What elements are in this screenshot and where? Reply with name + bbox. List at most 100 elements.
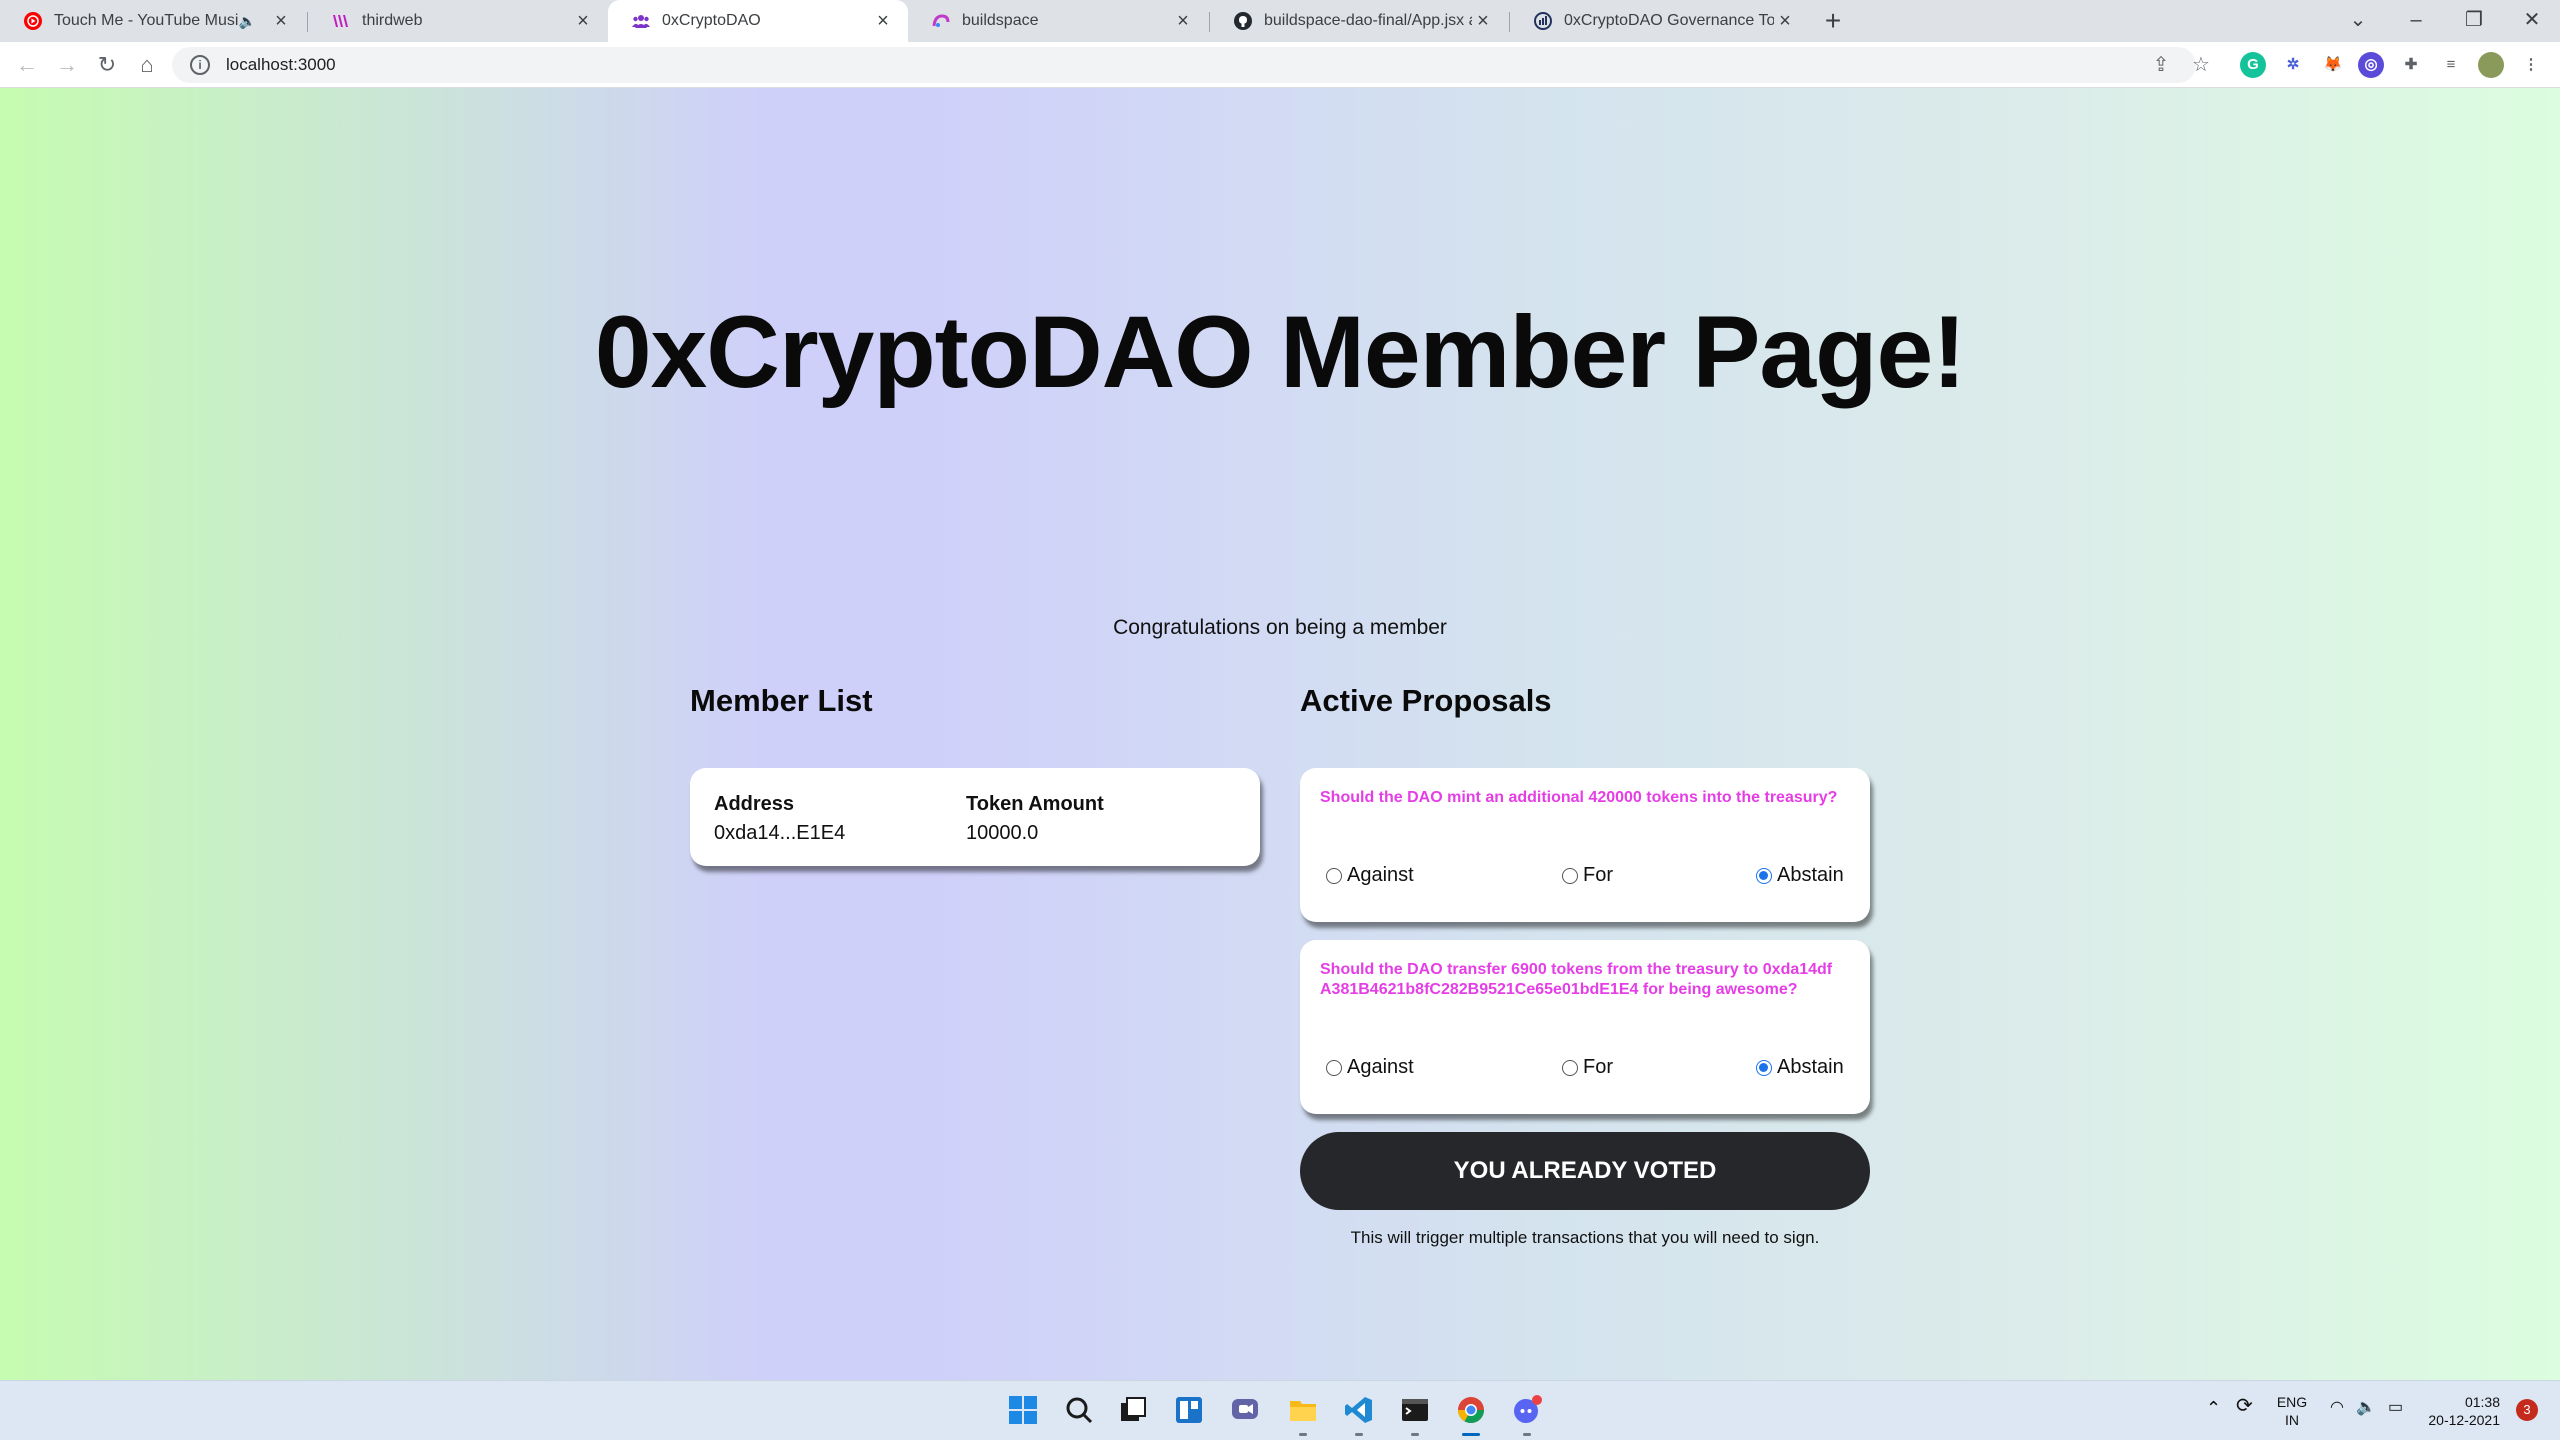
sync-icon[interactable]: ⟳ <box>2236 1396 2253 1416</box>
for-radio[interactable] <box>1562 1059 1578 1076</box>
close-window-icon[interactable]: ✕ <box>2504 0 2560 42</box>
profile-avatar[interactable] <box>2478 52 2504 78</box>
volume-icon[interactable]: 🔈 <box>2356 1399 2376 1417</box>
close-tab-icon[interactable]: × <box>872 10 894 33</box>
browser-toolbar: ← → ↻ ⌂ i localhost:3000 ⇪ ☆ G ✲ 🦊 ◎ ✚ ≡… <box>0 42 2560 88</box>
github-icon <box>1234 12 1252 30</box>
task-view-icon[interactable] <box>1116 1393 1150 1427</box>
back-arrow-icon[interactable]: ← <box>10 48 44 82</box>
member-list-heading: Member List <box>690 683 873 718</box>
abstain-label: Abstain <box>1777 864 1844 886</box>
circle-extension-icon[interactable]: ◎ <box>2358 52 2384 78</box>
member-token-amount: 10000.0 <box>966 822 1039 844</box>
teams-chat-icon[interactable] <box>1228 1393 1262 1427</box>
abstain-label: Abstain <box>1777 1056 1844 1078</box>
puzzle-extensions-icon[interactable]: ✚ <box>2398 52 2424 78</box>
against-radio[interactable] <box>1326 1059 1342 1076</box>
show-hidden-icons-chevron-icon[interactable]: ⌃ <box>2206 1399 2221 1417</box>
close-tab-icon[interactable]: × <box>1172 10 1194 33</box>
abstain-radio[interactable] <box>1756 1059 1772 1076</box>
proposal-question: Should the DAO transfer 6900 tokens from… <box>1320 961 1833 998</box>
tab-buildspace[interactable]: buildspace × <box>908 0 1208 42</box>
tab-title: 0xCryptoDAO <box>662 12 761 29</box>
against-label: Against <box>1347 864 1414 886</box>
new-tab-plus-icon[interactable]: + <box>1816 4 1850 38</box>
tab-thirdweb[interactable]: thirdweb × <box>308 0 608 42</box>
vote-abstain-option[interactable]: Abstain <box>1756 1056 1844 1079</box>
media-playlist-icon[interactable]: ≡ <box>2438 52 2464 78</box>
gear-extension-icon[interactable]: ✲ <box>2280 52 2306 78</box>
vote-for-option[interactable]: For <box>1562 1056 1613 1079</box>
token-amount-column: Token Amount 10000.0 <box>966 790 1104 848</box>
tab-title: buildspace-dao-final/App.jsx at d <box>1264 12 1472 29</box>
kebab-menu-icon[interactable]: ⋮ <box>2518 52 2544 78</box>
share-icon[interactable]: ⇪ <box>2146 50 2176 80</box>
home-icon[interactable]: ⌂ <box>130 48 164 82</box>
vote-against-option[interactable]: Against <box>1326 1056 1414 1079</box>
member-address: 0xda14...E1E4 <box>714 822 846 844</box>
thirdweb-icon <box>332 12 350 30</box>
search-icon[interactable] <box>1062 1393 1096 1427</box>
region-code: IN <box>2285 1412 2299 1428</box>
reload-icon[interactable]: ↻ <box>90 48 124 82</box>
close-tab-icon[interactable]: × <box>1774 10 1796 33</box>
battery-icon[interactable]: ▭ <box>2388 1399 2403 1417</box>
tab-title: Touch Me - YouTube Music <box>54 12 239 29</box>
language-code: ENG <box>2276 1394 2308 1410</box>
metamask-fox-icon[interactable]: 🦊 <box>2320 52 2346 78</box>
close-tab-icon[interactable]: × <box>270 10 292 33</box>
vote-options: Against For Abstain <box>1326 1056 1846 1080</box>
running-indicator <box>1355 1433 1363 1436</box>
restore-icon[interactable]: ❐ <box>2446 0 2502 42</box>
page-content: 0xCryptoDAO Member Page! Congratulations… <box>0 88 2560 1380</box>
widgets-icon[interactable] <box>1172 1393 1206 1427</box>
close-tab-icon[interactable]: × <box>572 10 594 33</box>
buildspace-icon <box>932 12 950 30</box>
tab-search-chevron-icon[interactable]: ⌄ <box>2330 0 2386 42</box>
speaker-icon[interactable]: 🔈 <box>239 13 256 30</box>
against-radio[interactable] <box>1326 867 1342 884</box>
tab-0xcryptodao[interactable]: 0xCryptoDAO × <box>608 0 908 42</box>
site-info-icon[interactable]: i <box>190 55 210 75</box>
address-bar[interactable]: i localhost:3000 <box>172 47 2196 83</box>
tab-youtube-music[interactable]: Touch Me - YouTube Music 🔈 × <box>0 0 306 42</box>
group-icon <box>632 12 650 30</box>
language-indicator[interactable]: ENG IN <box>2276 1393 2308 1429</box>
tab-github-app-jsx[interactable]: buildspace-dao-final/App.jsx at d × <box>1210 0 1508 42</box>
minimize-icon[interactable]: – <box>2388 0 2444 42</box>
notification-badge[interactable]: 3 <box>2516 1399 2538 1421</box>
vote-against-option[interactable]: Against <box>1326 864 1414 887</box>
file-explorer-icon[interactable] <box>1286 1393 1320 1427</box>
clock[interactable]: 01:38 20-12-2021 <box>2420 1393 2500 1429</box>
running-indicator <box>1299 1433 1307 1436</box>
url-text[interactable]: localhost:3000 <box>226 55 336 75</box>
bookmark-star-icon[interactable]: ☆ <box>2186 50 2216 80</box>
discord-icon[interactable] <box>1510 1393 1544 1427</box>
close-tab-icon[interactable]: × <box>1472 10 1494 33</box>
terminal-icon[interactable] <box>1398 1393 1432 1427</box>
page-title: 0xCryptoDAO Member Page! <box>594 295 1966 409</box>
wifi-icon[interactable]: ◠ <box>2330 1399 2344 1417</box>
vscode-icon[interactable] <box>1342 1393 1376 1427</box>
active-app-indicator <box>1462 1433 1480 1436</box>
forward-arrow-icon[interactable]: → <box>50 48 84 82</box>
proposal-card: Should the DAO mint an additional 420000… <box>1300 768 1870 922</box>
token-amount-header: Token Amount <box>966 793 1104 815</box>
tab-title: thirdweb <box>362 12 423 29</box>
already-voted-button[interactable]: YOU ALREADY VOTED <box>1300 1132 1870 1210</box>
for-radio[interactable] <box>1562 867 1578 884</box>
vote-options: Against For Abstain <box>1326 864 1846 888</box>
for-label: For <box>1583 864 1613 886</box>
abstain-radio[interactable] <box>1756 867 1772 884</box>
grammarly-extension-icon[interactable]: G <box>2240 52 2266 78</box>
windows-start-icon[interactable] <box>1006 1393 1040 1427</box>
vote-for-option[interactable]: For <box>1562 864 1613 887</box>
proposal-card: Should the DAO transfer 6900 tokens from… <box>1300 940 1870 1114</box>
address-header: Address <box>714 793 795 815</box>
for-label: For <box>1583 1056 1613 1078</box>
chrome-icon[interactable] <box>1454 1393 1488 1427</box>
vote-abstain-option[interactable]: Abstain <box>1756 864 1844 887</box>
youtube-music-icon <box>24 12 42 30</box>
tab-governance-token[interactable]: 0xCryptoDAO Governance Token × <box>1510 0 1810 42</box>
tab-title: buildspace <box>962 12 1039 29</box>
